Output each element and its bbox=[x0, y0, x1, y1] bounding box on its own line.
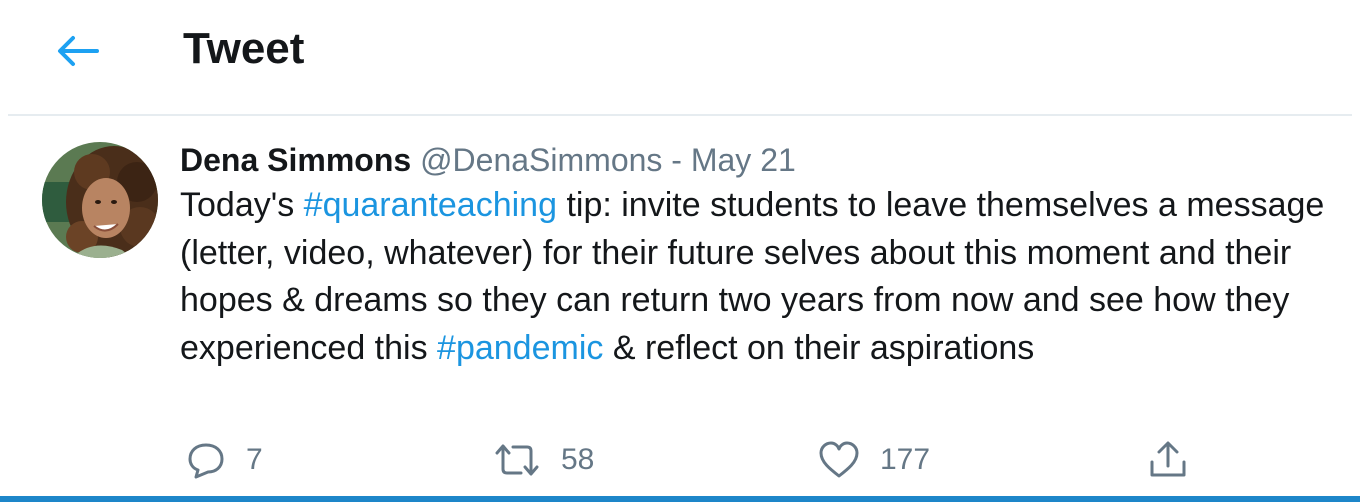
meta-separator: - bbox=[671, 142, 682, 178]
reply-count: 7 bbox=[246, 443, 263, 476]
arrow-left-icon bbox=[58, 36, 99, 66]
heart-icon bbox=[819, 441, 859, 478]
retweet-button[interactable]: 58 bbox=[493, 430, 594, 490]
reply-icon bbox=[188, 443, 224, 479]
bottom-accent-bar bbox=[0, 496, 1360, 502]
hashtag-link[interactable]: #quaranteaching bbox=[304, 186, 557, 224]
retweet-count: 58 bbox=[561, 443, 595, 476]
tweet-text: Today's #quaranteaching tip: invite stud… bbox=[180, 182, 1340, 372]
header-divider bbox=[8, 114, 1352, 116]
tweet-text-part: Today's bbox=[180, 186, 304, 224]
page-title: Tweet bbox=[183, 24, 305, 73]
tweet-date[interactable]: May 21 bbox=[691, 142, 796, 178]
tweet-meta: Dena Simmons @DenaSimmons - May 21 bbox=[180, 140, 796, 180]
share-icon bbox=[1150, 441, 1186, 477]
tweet-header-bar: Tweet bbox=[0, 0, 1360, 114]
like-count: 177 bbox=[880, 443, 931, 476]
share-button[interactable] bbox=[1148, 430, 1188, 490]
author-name[interactable]: Dena Simmons bbox=[180, 142, 411, 178]
avatar-image bbox=[42, 142, 158, 258]
reply-button[interactable]: 7 bbox=[186, 430, 263, 490]
author-handle[interactable]: @DenaSimmons bbox=[420, 142, 662, 178]
back-button[interactable] bbox=[52, 28, 104, 74]
tweet-text-part: & reflect on their aspirations bbox=[603, 328, 1035, 367]
tweet-actions: 7 58 177 bbox=[0, 430, 1360, 490]
like-button[interactable]: 177 bbox=[818, 430, 930, 490]
retweet-icon bbox=[495, 444, 539, 476]
avatar[interactable] bbox=[42, 142, 158, 258]
hashtag-link[interactable]: #pandemic bbox=[437, 329, 603, 367]
